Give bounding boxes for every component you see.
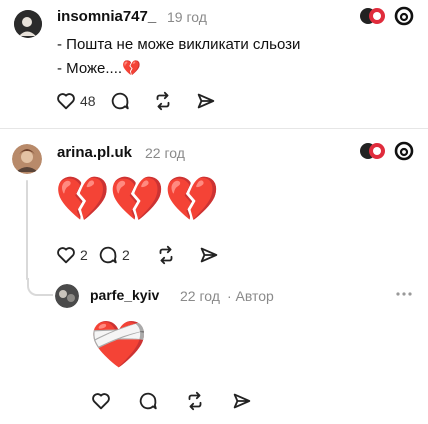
reply-bubble-icon: [99, 246, 117, 264]
action-bar: [90, 389, 261, 413]
more-dots-icon: [396, 292, 412, 296]
timestamp: 22 год: [180, 288, 220, 304]
share-button[interactable]: [198, 243, 228, 267]
share-send-icon: [197, 93, 215, 109]
reply-button[interactable]: 2: [97, 243, 155, 267]
timestamp: 22 год: [145, 145, 185, 161]
repost-button[interactable]: [184, 389, 231, 413]
repost-icon: [188, 391, 202, 411]
reply-bubble-icon: [139, 392, 157, 410]
username[interactable]: arina.pl.uk: [57, 144, 132, 161]
username[interactable]: insomnia747_: [57, 8, 156, 25]
like-button[interactable]: 2: [55, 243, 97, 267]
action-bar: 48: [55, 89, 225, 113]
share-button[interactable]: [195, 89, 225, 113]
share-send-icon: [200, 247, 218, 263]
heart-icon: [92, 393, 110, 410]
thread-connector: [26, 180, 28, 280]
avatar[interactable]: [12, 144, 42, 174]
avatar[interactable]: [55, 284, 79, 308]
repost-button[interactable]: [152, 89, 195, 113]
post-emoji: ❤️‍🩹: [90, 318, 148, 370]
action-bar: 2 2: [55, 243, 228, 267]
divider: [0, 128, 428, 129]
heart-icon: [57, 93, 75, 110]
corner-icons: [360, 6, 414, 26]
post-text-line: - Пошта не може викликати сльози: [57, 36, 301, 53]
like-button[interactable]: 48: [55, 89, 109, 113]
like-count: 2: [80, 247, 88, 263]
reply-connector: [27, 278, 53, 296]
post-emoji: 💔💔💔: [55, 175, 220, 224]
author-badge: · Автор: [227, 288, 274, 304]
repost-button[interactable]: [155, 243, 198, 267]
reply-bubble-icon: [111, 92, 129, 110]
share-button[interactable]: [231, 389, 261, 413]
heart-badge-icon: [360, 143, 385, 159]
more-button[interactable]: [394, 286, 414, 302]
threads-logo-icon[interactable]: [394, 141, 414, 161]
threads-logo-icon[interactable]: [394, 6, 414, 26]
username[interactable]: parfe_kyiv: [90, 287, 159, 303]
reply-count: 2: [122, 247, 130, 263]
share-send-icon: [233, 393, 251, 409]
reply-button[interactable]: [109, 89, 152, 113]
avatar[interactable]: [14, 10, 42, 38]
corner-icons: [360, 141, 414, 161]
repost-icon: [156, 91, 170, 111]
heart-icon: [57, 247, 75, 264]
like-button[interactable]: [90, 389, 137, 413]
heart-badge-icon: [360, 8, 385, 24]
like-count: 48: [80, 93, 96, 109]
reply-button[interactable]: [137, 389, 184, 413]
repost-icon: [159, 245, 173, 265]
post-text-line: - Може....💔: [57, 60, 141, 77]
timestamp: 19 год: [167, 9, 207, 25]
